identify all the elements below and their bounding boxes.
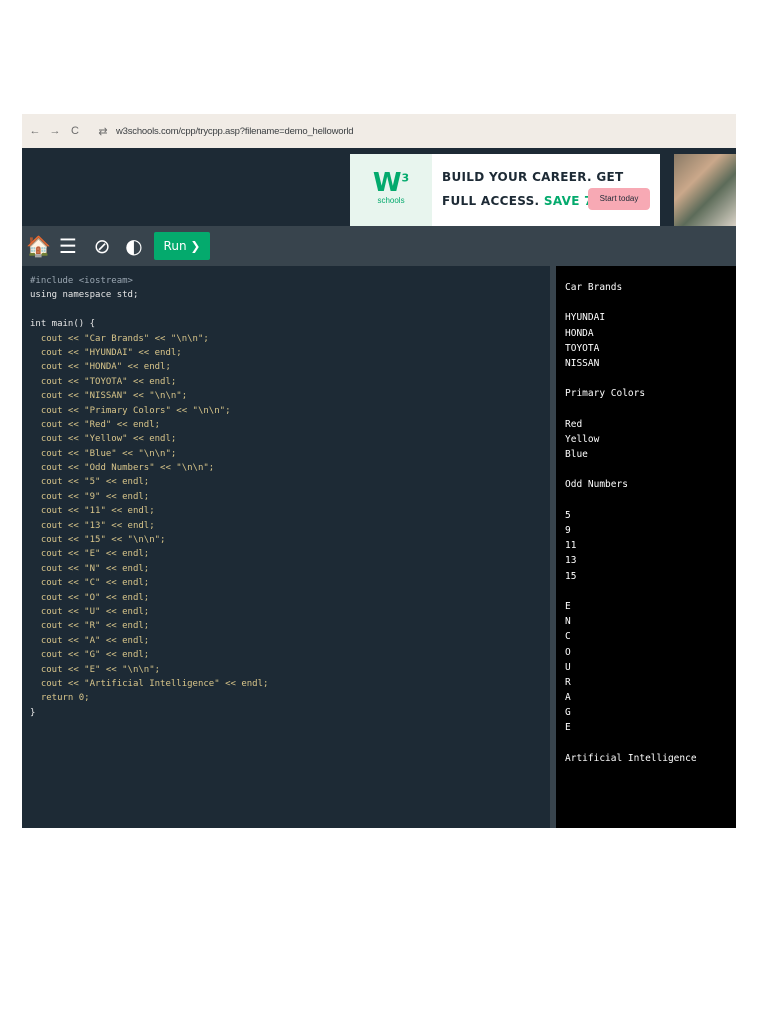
output-line: 11 — [565, 540, 577, 552]
output-line: N — [565, 616, 571, 628]
code-line: cout << "HYUNDAI" << endl; — [30, 347, 182, 358]
output-line: Car Brands — [565, 282, 623, 293]
output-line: 5 — [565, 509, 571, 521]
code-line: cout << "U" << endl; — [30, 606, 150, 617]
code-line: cout << "R" << endl; — [30, 621, 150, 632]
career-ad-banner[interactable]: W3 schools BUILD YOUR CAREER. GET FULL A… — [350, 154, 660, 226]
output-line: R — [565, 676, 571, 688]
site-settings-icon[interactable]: ⇄ — [96, 125, 110, 138]
code-line: cout << "A" << endl; — [30, 635, 150, 646]
output-line: Red — [565, 418, 583, 430]
browser-address-bar: ← → C ⇄ w3schools.com/cpp/trycpp.asp?fil… — [22, 114, 736, 148]
code-line: cout << "C" << endl; — [30, 578, 150, 589]
run-button[interactable]: Run ❯ — [154, 232, 210, 260]
code-line: using namespace std; — [30, 290, 139, 301]
menu-icon[interactable]: ☰ — [56, 232, 80, 260]
code-line: cout << "G" << endl; — [30, 650, 150, 661]
code-line: cout << "Yellow" << endl; — [30, 434, 177, 445]
w3schools-logo: W3 schools — [350, 154, 432, 226]
code-line: cout << "N" << endl; — [30, 563, 150, 574]
code-line: cout << "5" << endl; — [30, 477, 150, 488]
screenshot-frame: ← → C ⇄ w3schools.com/cpp/trycpp.asp?fil… — [22, 114, 736, 828]
code-line: cout << "15" << "\n\n"; — [30, 535, 166, 546]
code-line: cout << "Blue" << "\n\n"; — [30, 448, 177, 459]
output-line: HYUNDAI — [565, 312, 606, 324]
ad-bar: W3 schools BUILD YOUR CAREER. GET FULL A… — [22, 148, 736, 226]
output-pane: Car Brands HYUNDAI HONDA TOYOTA NISSAN Primar… — [556, 266, 736, 828]
forward-arrow-icon[interactable]: → — [48, 125, 62, 137]
code-line: cout << "NISSAN" << "\n\n"; — [30, 391, 188, 402]
code-line: cout << "9" << endl; — [30, 491, 150, 502]
code-line: return 0; — [30, 693, 90, 704]
output-line: NISSAN — [565, 357, 600, 369]
code-line: cout << "Red" << endl; — [30, 419, 161, 430]
code-line: cout << "TOYOTA" << endl; — [30, 376, 177, 387]
output-line: A — [565, 692, 571, 704]
home-icon[interactable]: 🏠 — [26, 232, 51, 260]
w3-logo-sub: schools — [377, 196, 405, 205]
output-line: U — [565, 661, 571, 673]
output-line: Primary Colors — [565, 388, 646, 400]
output-line: G — [565, 707, 571, 719]
back-arrow-icon[interactable]: ← — [28, 125, 42, 137]
reload-icon[interactable]: C — [68, 125, 82, 137]
code-line: cout << "E" << endl; — [30, 549, 150, 560]
output-line: O — [565, 646, 571, 658]
output-line: 9 — [565, 525, 571, 536]
code-line: cout << "Car Brands" << "\n\n"; — [30, 333, 209, 344]
output-line: Blue — [565, 449, 588, 461]
code-line: cout << "Primary Colors" << "\n\n"; — [30, 405, 231, 416]
ad-photo — [674, 154, 736, 226]
url-field[interactable]: w3schools.com/cpp/trycpp.asp?filename=de… — [116, 126, 354, 137]
code-line: cout << "E" << "\n\n"; — [30, 664, 161, 675]
code-editor[interactable]: #include <iostream> using namespace std; i… — [22, 266, 550, 828]
output-line: Yellow — [565, 433, 600, 445]
code-line: #include <iostream> — [30, 276, 133, 286]
output-line: TOYOTA — [565, 342, 600, 354]
code-line: cout << "Odd Numbers" << "\n\n"; — [30, 463, 215, 474]
ad-headline-line1: BUILD YOUR CAREER. GET — [442, 170, 624, 184]
editor-toolbar: 🏠 ☰ ⊘ ◐ Run ❯ — [22, 226, 736, 266]
code-line: cout << "Artificial Intelligence" << end… — [30, 678, 269, 689]
code-line: cout << "HONDA" << endl; — [30, 362, 171, 373]
code-line: cout << "O" << endl; — [30, 592, 150, 603]
theme-toggle-icon[interactable]: ◐ — [122, 232, 146, 260]
w3-logo-mark: W3 — [372, 168, 410, 198]
output-line: Odd Numbers — [565, 479, 628, 491]
start-today-button[interactable]: Start today — [588, 188, 650, 210]
code-line: cout << "11" << endl; — [30, 506, 155, 517]
output-line: E — [565, 600, 571, 612]
output-line: 13 — [565, 555, 577, 567]
output-line: 15 — [565, 570, 577, 582]
output-line: Artificial Intelligence — [565, 752, 697, 764]
code-line: } — [30, 707, 36, 718]
output-line: E — [565, 722, 571, 734]
code-line: cout << "13" << endl; — [30, 520, 155, 531]
code-line: int main() { — [30, 319, 96, 330]
output-line: HONDA — [565, 327, 594, 339]
orientation-icon[interactable]: ⊘ — [90, 232, 114, 260]
output-line: C — [565, 631, 571, 643]
